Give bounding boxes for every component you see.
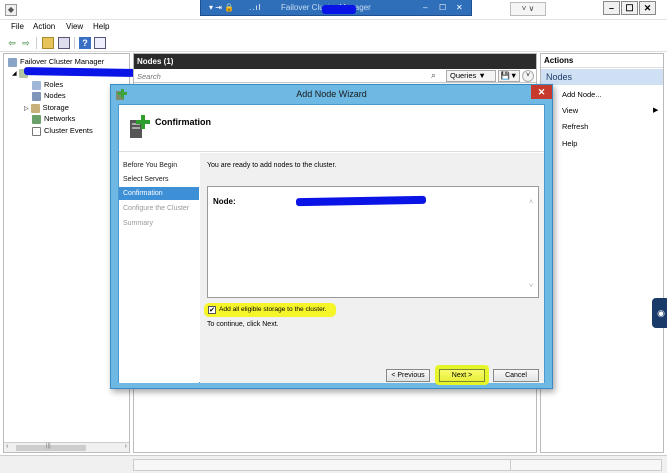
toolbar: ⇦ ⇨ ? <box>0 34 667 52</box>
wizard-header: Confirmation <box>119 105 544 152</box>
step-summary: Summary <box>123 220 153 227</box>
status-segment <box>510 459 662 471</box>
wizard-body: Confirmation Before You Begin Select Ser… <box>118 104 545 385</box>
tree-item-roles[interactable]: Roles <box>32 80 63 90</box>
save-icon: 💾 <box>500 71 510 80</box>
rdp-pin-icon[interactable]: ▾ ⇥ 🔒 <box>209 0 234 15</box>
floating-app-icon[interactable]: ◉ <box>652 298 667 328</box>
menu-action[interactable]: Action <box>33 22 55 31</box>
scroll-up-arrow[interactable]: ˄ <box>529 199 533 206</box>
toolbar-separator <box>74 37 75 49</box>
status-bar <box>0 455 667 473</box>
connection-bars-icon: ..ıl <box>249 3 262 12</box>
summary-scrollbar[interactable]: ˄ ˅ <box>528 187 538 297</box>
redaction-mark <box>322 5 356 14</box>
wizard-steps: Before You Begin Select Servers Confirma… <box>119 153 199 383</box>
intro-text: You are ready to add nodes to the cluste… <box>207 162 337 169</box>
action-add-node[interactable]: Add Node... <box>562 90 602 99</box>
nodes-pane-title: Nodes (1) <box>134 54 536 69</box>
confirmation-summary-box[interactable]: Node: ˄ ˅ <box>207 186 539 298</box>
search-bar: ⌕ Queries ▼ 💾▼ ˅ <box>134 69 536 83</box>
add-node-wizard-dialog: Add Node Wizard ✕ Confirmation Before Yo… <box>110 84 553 389</box>
action-view[interactable]: View <box>562 106 578 115</box>
tree-item-networks[interactable]: Networks <box>32 114 75 124</box>
menu-bar: File Action View Help <box>0 20 667 34</box>
menu-help[interactable]: Help <box>93 22 109 31</box>
help-icon[interactable]: ? <box>79 37 91 49</box>
window-title-bar: ◆ ▾ ⇥ 🔒 ..ıl Failover Cluster Manager – … <box>0 0 667 20</box>
search-input[interactable] <box>137 70 445 82</box>
cluster-manager-icon <box>8 57 17 67</box>
add-node-icon <box>130 115 150 138</box>
wizard-close-button[interactable]: ✕ <box>531 85 552 99</box>
add-storage-label[interactable]: Add all eligible storage to the cluster. <box>219 306 326 313</box>
storage-icon <box>30 103 40 113</box>
tree-item-nodes[interactable]: Nodes <box>32 91 66 101</box>
step-confirmation[interactable]: Confirmation <box>119 187 199 200</box>
tree-horizontal-scrollbar[interactable]: ‹ ||| › <box>4 442 129 452</box>
expand-button[interactable]: ˅ <box>522 70 534 82</box>
scroll-chevrons-button[interactable]: ˅ ∨ <box>510 2 546 16</box>
continue-text: To continue, click Next. <box>207 321 279 328</box>
toolbar-separator <box>36 37 37 49</box>
add-storage-checkbox[interactable]: ✔ <box>208 306 216 314</box>
scroll-down-arrow[interactable]: ˅ <box>529 283 533 290</box>
dropdown-icon: ▼ <box>478 71 486 80</box>
previous-button[interactable]: < Previous <box>386 369 430 382</box>
nodes-icon <box>32 91 41 101</box>
back-arrow-icon[interactable]: ⇦ <box>6 37 18 49</box>
status-segment <box>133 459 537 471</box>
search-icon[interactable]: ⌕ <box>431 70 436 81</box>
actions-section-nodes[interactable]: Nodes <box>541 69 663 85</box>
actions-title: Actions <box>541 54 663 68</box>
step-configure-cluster: Configure the Cluster <box>123 205 190 212</box>
expand-icon[interactable]: ▷ <box>24 106 29 112</box>
menu-file[interactable]: File <box>11 22 24 31</box>
node-label: Node: <box>213 197 236 206</box>
networks-icon <box>32 114 41 124</box>
step-select-servers[interactable]: Select Servers <box>119 173 199 186</box>
cluster-events-icon <box>32 126 41 136</box>
app-icon: ◆ <box>5 4 17 16</box>
wizard-page-title: Confirmation <box>155 117 211 127</box>
roles-icon <box>32 80 41 90</box>
maximize-button[interactable]: ☐ <box>621 1 638 15</box>
tree-root[interactable]: Failover Cluster Manager <box>8 57 104 67</box>
queries-button[interactable]: Queries ▼ <box>446 70 496 82</box>
close-window-button[interactable]: ✕ <box>639 1 656 15</box>
rdp-close-button[interactable]: ✕ <box>456 0 463 15</box>
next-button[interactable]: Next > <box>439 369 485 382</box>
redaction-mark <box>23 67 137 77</box>
scroll-right-arrow[interactable]: › <box>125 443 127 450</box>
cancel-button[interactable]: Cancel <box>493 369 539 382</box>
wizard-content: You are ready to add nodes to the cluste… <box>200 153 544 385</box>
rdp-restore-button[interactable]: ☐ <box>439 0 446 15</box>
action-refresh[interactable]: Refresh <box>562 122 588 131</box>
submenu-arrow-icon: ▶ <box>653 107 659 114</box>
menu-view[interactable]: View <box>66 22 83 31</box>
tree-item-cluster-events[interactable]: Cluster Events <box>32 126 93 136</box>
view-icon[interactable] <box>58 37 70 49</box>
minimize-button[interactable]: – <box>603 1 620 15</box>
actions-pane: Actions Nodes Add Node... View ▶ Refresh… <box>540 53 664 453</box>
collapse-icon[interactable]: ◢ <box>12 71 17 77</box>
scroll-left-arrow[interactable]: ‹ <box>6 443 8 450</box>
step-before-you-begin[interactable]: Before You Begin <box>119 159 199 172</box>
action-help[interactable]: Help <box>562 139 577 148</box>
properties-icon[interactable] <box>94 37 106 49</box>
scroll-thumb[interactable]: ||| <box>16 443 86 451</box>
folder-up-icon[interactable] <box>42 37 54 49</box>
wizard-title: Add Node Wizard <box>296 89 367 99</box>
save-query-button[interactable]: 💾▼ <box>498 70 520 82</box>
tree-item-storage[interactable]: ▷ Storage <box>24 103 69 113</box>
forward-arrow-icon[interactable]: ⇨ <box>20 37 32 49</box>
rdp-minimize-button[interactable]: – <box>423 0 427 15</box>
redaction-mark <box>295 195 427 207</box>
